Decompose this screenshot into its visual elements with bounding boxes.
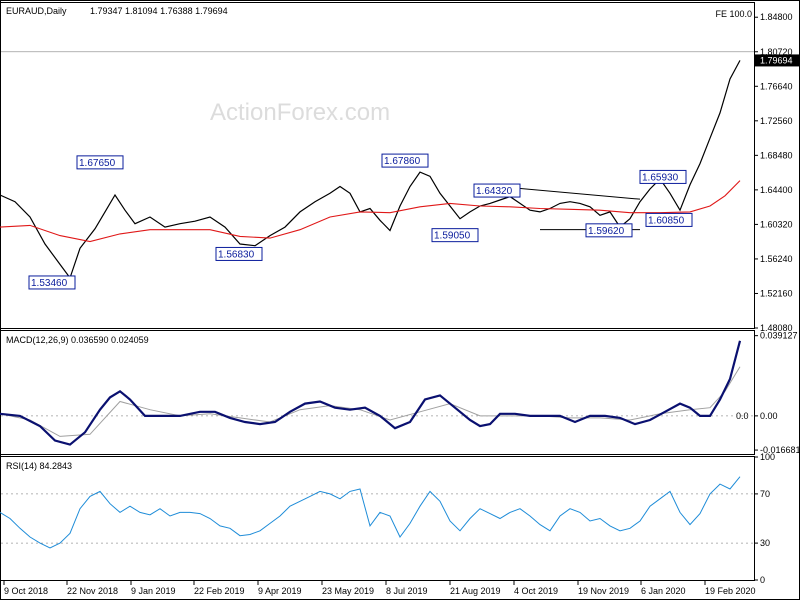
- price-tick-label: 1.72560: [760, 116, 793, 126]
- level-label: 1.53460: [31, 278, 68, 289]
- rsi-tick-label: 70: [760, 489, 770, 499]
- fe-label: FE 100.0: [715, 9, 752, 19]
- level-label: 1.60850: [648, 215, 685, 226]
- price-tick-label: 1.68480: [760, 150, 793, 160]
- price-tick-label: 1.76640: [760, 81, 793, 91]
- rsi-tick-label: 100: [760, 452, 775, 462]
- level-label: 1.67860: [384, 156, 421, 167]
- macd-tick-label: 0.039127: [760, 331, 798, 341]
- price-ohlc: 1.79347 1.81094 1.76388 1.79694: [90, 6, 228, 16]
- x-tick-label: 8 Jul 2019: [386, 586, 428, 596]
- rsi-tick-label: 0: [760, 575, 765, 585]
- level-label: 1.59620: [588, 226, 625, 237]
- x-tick-label: 6 Jan 2020: [641, 586, 686, 596]
- rsi-title: RSI(14) 84.2843: [6, 461, 72, 471]
- macd-tick-label: 0.00: [760, 411, 778, 421]
- level-label: 1.67650: [79, 158, 116, 169]
- price-tick-label: 1.84800: [760, 12, 793, 22]
- price-tick-label: 1.56240: [760, 254, 793, 264]
- price-tick-label: 1.60320: [760, 219, 793, 229]
- x-tick-label: 4 Oct 2019: [514, 586, 558, 596]
- level-label: 1.64320: [476, 186, 513, 197]
- level-label: 1.65930: [642, 172, 679, 183]
- x-tick-label: 19 Nov 2019: [578, 586, 629, 596]
- price-tick-label: 1.52160: [760, 288, 793, 298]
- level-label: 1.56830: [218, 249, 255, 260]
- x-tick-label: 21 Aug 2019: [450, 586, 501, 596]
- x-tick-label: 9 Oct 2018: [4, 586, 48, 596]
- rsi-tick-label: 30: [760, 538, 770, 548]
- price-tick-label: 1.64400: [760, 185, 793, 195]
- price-title: EURAUD,Daily: [6, 6, 67, 16]
- outer-frame: [0, 0, 800, 600]
- x-tick-label: 23 May 2019: [322, 586, 374, 596]
- x-tick-label: 22 Feb 2019: [194, 586, 245, 596]
- level-label: 1.59050: [434, 231, 471, 242]
- x-tick-label: 19 Feb 2020: [705, 586, 756, 596]
- chart-root: ActionForex.com EURAUD,Daily 1.79347 1.8…: [0, 0, 800, 600]
- x-tick-label: 9 Jan 2019: [131, 586, 176, 596]
- macd-title: MACD(12,26,9) 0.036590 0.024059: [6, 335, 149, 345]
- current-price-label: 1.79694: [760, 55, 793, 65]
- watermark: ActionForex.com: [210, 99, 390, 126]
- x-tick-label: 9 Apr 2019: [258, 586, 302, 596]
- x-tick-label: 22 Nov 2018: [67, 586, 118, 596]
